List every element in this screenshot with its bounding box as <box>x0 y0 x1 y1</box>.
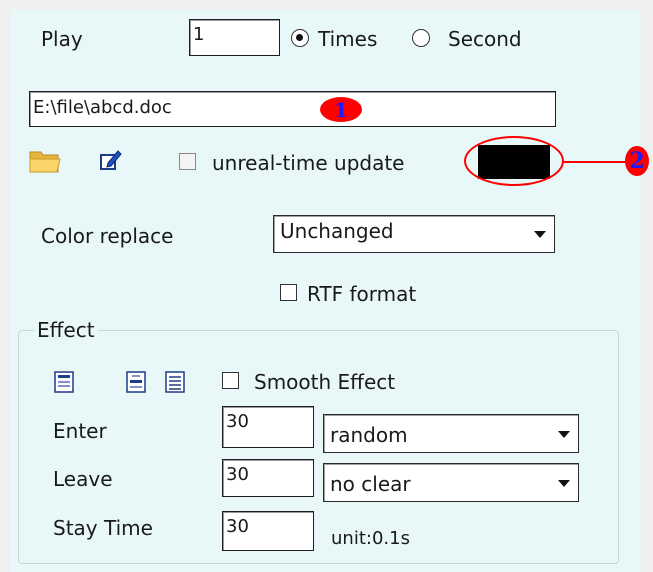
align-center-icon[interactable] <box>125 370 147 394</box>
annotation-ring-2 <box>464 136 564 186</box>
smooth-effect-label: Smooth Effect <box>254 370 396 394</box>
radio-times-label: Times <box>318 27 378 51</box>
rtf-format-checkbox[interactable] <box>280 284 297 301</box>
color-replace-value: Unchanged <box>280 219 394 243</box>
smooth-effect-checkbox[interactable] <box>222 372 239 389</box>
pencil-edit-icon[interactable] <box>98 147 124 173</box>
chevron-down-icon <box>558 430 570 438</box>
file-path-input[interactable]: E:\file\abcd.doc <box>29 91 556 127</box>
enter-effect-value: random <box>330 423 408 447</box>
radio-selected-dot <box>296 34 303 41</box>
enter-effect-select[interactable]: random <box>323 414 579 453</box>
unreal-time-update-label: unreal-time update <box>212 151 405 175</box>
enter-value-input[interactable]: 30 <box>222 406 314 448</box>
color-replace-label: Color replace <box>41 224 174 248</box>
marker-1-text: 1 <box>334 97 348 122</box>
align-top-icon[interactable] <box>53 370 75 394</box>
annotation-marker-2: 2 <box>625 146 649 176</box>
radio-times[interactable] <box>291 29 309 47</box>
leave-effect-value: no clear <box>330 472 411 496</box>
enter-label: Enter <box>53 419 107 443</box>
stay-time-unit: unit:0.1s <box>331 528 410 549</box>
annotation-marker-1: 1 <box>320 97 362 122</box>
effect-group-title: Effect <box>34 318 98 342</box>
chevron-down-icon <box>558 479 570 487</box>
stay-time-label: Stay Time <box>53 516 153 540</box>
leave-value-input[interactable]: 30 <box>222 459 314 497</box>
rtf-format-label: RTF format <box>307 282 417 306</box>
marker-2-text: 2 <box>629 148 645 174</box>
list-icon[interactable] <box>164 370 186 394</box>
color-replace-select[interactable]: Unchanged <box>273 215 555 253</box>
leave-effect-select[interactable]: no clear <box>323 463 579 502</box>
unreal-time-update-checkbox[interactable] <box>179 153 196 170</box>
play-count-input[interactable]: 1 <box>189 19 280 56</box>
leave-label: Leave <box>53 467 113 491</box>
radio-second[interactable] <box>412 29 430 47</box>
stay-time-input[interactable]: 30 <box>222 511 314 551</box>
radio-second-label: Second <box>448 27 522 51</box>
chevron-down-icon <box>534 231 546 238</box>
play-label: Play <box>41 27 83 51</box>
folder-icon[interactable] <box>29 148 63 174</box>
annotation-line-2 <box>563 161 626 163</box>
